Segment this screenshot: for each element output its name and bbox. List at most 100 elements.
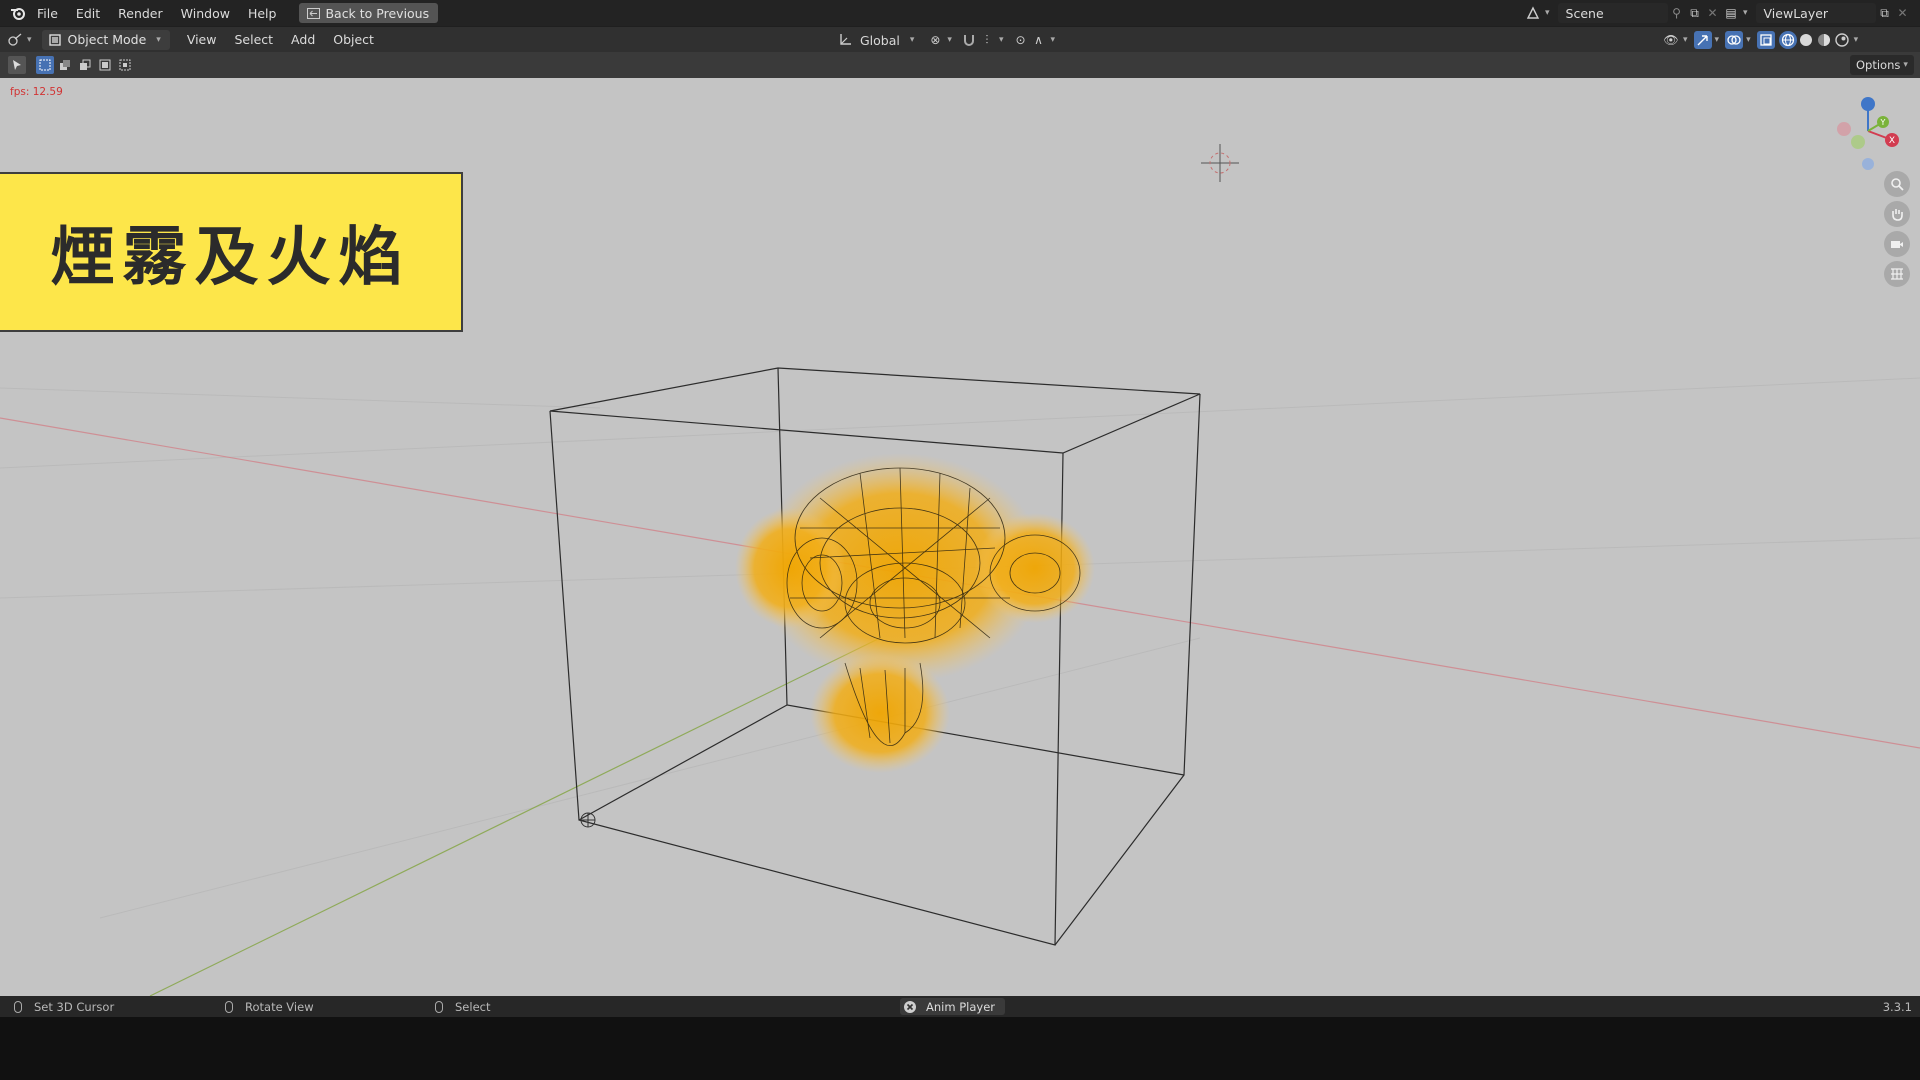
wireframe-shading-icon[interactable]	[1778, 31, 1797, 49]
viewlayer-name: ViewLayer	[1763, 5, 1829, 21]
chevron-down-icon[interactable]: ▾	[1683, 35, 1688, 45]
chevron-down-icon[interactable]: ▾	[910, 35, 915, 45]
select-invert-icon[interactable]	[96, 56, 114, 74]
mouse-middle-icon	[225, 1000, 233, 1013]
duplicate-viewlayer-icon[interactable]: ⧉	[1876, 4, 1894, 22]
object-mode-label: Object Mode	[67, 32, 147, 47]
menu-edit[interactable]: Edit	[67, 6, 109, 21]
gizmo-neg-y-axis[interactable]	[1851, 135, 1865, 149]
gizmo-neg-x-axis[interactable]	[1837, 122, 1851, 136]
rendered-shading-icon[interactable]	[1833, 31, 1851, 49]
chevron-down-icon[interactable]: ▾	[947, 35, 952, 45]
camera-icon[interactable]	[1884, 231, 1910, 257]
chevron-down-icon[interactable]: ▾	[27, 35, 32, 45]
pivot-point-icon[interactable]: ⊗	[926, 31, 944, 49]
status-set-cursor: Set 3D Cursor	[14, 996, 114, 1017]
status-bar: Set 3D Cursor Rotate View Select Anim Pl…	[0, 996, 1920, 1017]
anim-player-indicator[interactable]: Anim Player	[900, 998, 1005, 1015]
chevron-down-icon[interactable]: ▾	[1743, 8, 1748, 18]
chevron-down-icon[interactable]: ▾	[1854, 35, 1859, 45]
scene-icon[interactable]	[1524, 4, 1542, 22]
menu-file[interactable]: File	[28, 6, 67, 21]
viewport-header: ▾ Object Mode ▾ View Select Add Object G…	[0, 26, 1920, 52]
cancel-icon[interactable]	[902, 999, 918, 1015]
menu-render[interactable]: Render	[109, 6, 172, 21]
gizmo-neg-z-axis[interactable]	[1862, 158, 1874, 170]
chevron-down-icon: ▾	[1903, 60, 1908, 70]
zoom-icon[interactable]	[1884, 171, 1910, 197]
3d-cursor	[1201, 144, 1239, 182]
fps-readout: fps: 12.59	[10, 86, 63, 98]
y-axis-line	[149, 637, 881, 996]
selection-mode-group	[36, 56, 134, 74]
menu-object[interactable]: Object	[324, 32, 383, 47]
version-label: 3.3.1	[1883, 996, 1912, 1017]
xray-toggle-icon[interactable]	[1756, 31, 1775, 49]
blender-version: 3.3.1	[1882, 999, 1912, 1014]
gizmo-x-label: X	[1889, 136, 1895, 146]
anim-player-label: Anim Player	[926, 999, 995, 1014]
chevron-down-icon[interactable]: ▾	[1545, 8, 1550, 18]
back-icon	[305, 4, 321, 22]
options-label: Options	[1856, 58, 1901, 72]
grid-perspective-icon[interactable]	[1884, 261, 1910, 287]
snap-icon[interactable]	[960, 31, 978, 49]
overlays-toggle-icon[interactable]	[1725, 31, 1744, 49]
back-to-previous-label: Back to Previous	[325, 5, 430, 21]
gizmo-toggle-icon[interactable]	[1693, 31, 1712, 49]
visibility-eye-icon[interactable]: 👁	[1662, 31, 1680, 49]
viewport-display-controls: 👁 ▾ ▾ ▾ ▾	[1662, 27, 1858, 53]
chevron-down-icon[interactable]: ▾	[1715, 35, 1720, 45]
falloff-icon[interactable]: ∧	[1029, 31, 1047, 49]
select-extend-icon[interactable]	[56, 56, 74, 74]
options-dropdown[interactable]: Options ▾	[1850, 55, 1914, 75]
pin-icon[interactable]: ⚲	[1668, 4, 1686, 22]
menu-help[interactable]: Help	[239, 6, 286, 21]
fire-simulation	[735, 453, 1095, 773]
chevron-down-icon[interactable]: ▾	[999, 35, 1004, 45]
hand-pan-icon[interactable]	[1884, 201, 1910, 227]
chevron-down-icon: ▾	[156, 34, 161, 45]
back-to-previous-button[interactable]: Back to Previous	[299, 3, 439, 23]
status-select: Select	[435, 996, 490, 1017]
editor-type-icon[interactable]	[6, 31, 24, 49]
proportional-editing-icon[interactable]: ⊙	[1011, 31, 1029, 49]
status-set-cursor-label: Set 3D Cursor	[34, 999, 115, 1014]
select-subtract-icon[interactable]	[76, 56, 94, 74]
close-icon[interactable]: ✕	[1894, 4, 1912, 22]
top-bar: File Edit Render Window Help Back to Pre…	[0, 0, 1920, 26]
menu-view[interactable]: View	[178, 32, 226, 47]
material-shading-icon[interactable]	[1815, 31, 1833, 49]
navigation-gizmo[interactable]: X Y	[1828, 86, 1908, 176]
menu-add[interactable]: Add	[282, 32, 324, 47]
orientation-label[interactable]: Global	[860, 33, 900, 48]
viewlayer-icon[interactable]: ▤	[1722, 4, 1740, 22]
viewlayer-field[interactable]: ViewLayer	[1755, 3, 1876, 23]
scene-field[interactable]: Scene	[1557, 3, 1668, 23]
menu-window[interactable]: Window	[172, 6, 239, 21]
tool-settings-header: Options ▾	[0, 52, 1920, 78]
options-area: Options ▾	[1850, 52, 1914, 78]
object-mode-icon	[48, 31, 62, 49]
menu-select[interactable]: Select	[225, 32, 282, 47]
mouse-left-icon	[14, 1000, 22, 1013]
3d-viewport[interactable]: fps: 12.59 煙霧及火焰 X Y	[0, 78, 1920, 996]
banner-title: 煙霧及火焰	[50, 221, 411, 295]
solid-shading-icon[interactable]	[1797, 31, 1815, 49]
object-mode-dropdown[interactable]: Object Mode ▾	[41, 29, 170, 50]
blender-logo-icon[interactable]	[8, 4, 28, 22]
chevron-down-icon[interactable]: ▾	[1050, 35, 1055, 45]
gizmo-y-label: Y	[1880, 118, 1886, 127]
select-tool-icon[interactable]	[8, 56, 26, 74]
select-new-icon[interactable]	[36, 56, 54, 74]
close-icon[interactable]: ✕	[1704, 4, 1722, 22]
origin-marker	[580, 812, 596, 828]
chevron-down-icon[interactable]: ▾	[1746, 35, 1751, 45]
scene-name: Scene	[1565, 5, 1604, 21]
status-select-label: Select	[455, 999, 491, 1014]
select-intersect-icon[interactable]	[116, 56, 134, 74]
snap-target-icon[interactable]: ⫶	[978, 31, 996, 49]
duplicate-scene-icon[interactable]: ⧉	[1686, 4, 1704, 22]
gizmo-z-axis[interactable]	[1861, 97, 1875, 111]
transform-orientation-icon	[836, 31, 854, 49]
